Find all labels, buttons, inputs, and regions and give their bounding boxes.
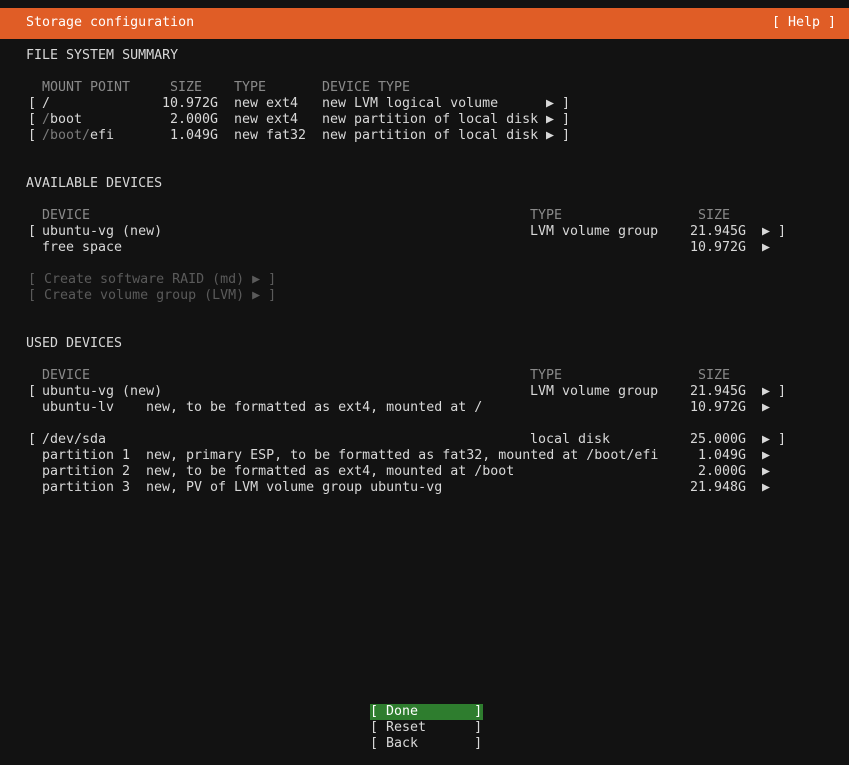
fs-device-type: new LVM logical volume [322, 96, 499, 111]
device-type: local disk [530, 432, 611, 447]
device-size: 2.000G [698, 464, 747, 479]
device-size: 25.000G [690, 432, 747, 447]
device-type: LVM volume group [530, 384, 659, 399]
row-arrow-icon: ▶ [762, 448, 771, 463]
device-name: partition 3 [42, 480, 131, 495]
device-name: /dev/sda [42, 432, 107, 447]
used-col-type: TYPE [530, 368, 563, 383]
row-open-bracket: [ [28, 432, 37, 447]
help-button[interactable]: [ Help ] [772, 15, 836, 30]
row-arrow-icon: ▶ ] [762, 432, 787, 447]
fs-device-type: new partition of local disk [322, 112, 539, 127]
row-arrow-icon: ▶ [762, 464, 771, 479]
row-arrow-icon: ▶ ] [762, 384, 787, 399]
row-arrow-icon: ▶ ] [546, 96, 571, 111]
fs-size: 1.049G [170, 128, 219, 143]
row-open-bracket: [ [28, 128, 37, 143]
used-devices-heading: USED DEVICES [26, 336, 123, 351]
device-type: LVM volume group [530, 224, 659, 239]
fs-type: new ext4 [234, 112, 299, 127]
fs-type: new ext4 [234, 96, 299, 111]
fs-mount-point: / [42, 96, 51, 111]
available-devices-heading: AVAILABLE DEVICES [26, 176, 163, 191]
device-size: 1.049G [698, 448, 747, 463]
fs-col-mount-point: MOUNT POINT [42, 80, 131, 95]
top-strip [0, 0, 849, 8]
reset-button[interactable]: [ Reset ] [370, 720, 483, 736]
device-description: new, to be formatted as ext4, mounted at… [146, 400, 483, 415]
row-arrow-icon: ▶ [762, 240, 771, 255]
fs-col-device-type: DEVICE TYPE [322, 80, 411, 95]
fs-mount-name: efi [90, 128, 115, 143]
device-size: 21.945G [690, 384, 747, 399]
create-volume-group-button[interactable]: [ Create volume group (LVM) ▶ ] [28, 288, 276, 304]
used-col-device: DEVICE [42, 368, 91, 383]
device-name: partition 2 [42, 464, 131, 479]
fs-col-size: SIZE [170, 80, 203, 95]
row-open-bracket: [ [28, 224, 37, 239]
row-arrow-icon: ▶ ] [762, 224, 787, 239]
fs-summary-heading: FILE SYSTEM SUMMARY [26, 48, 179, 63]
fs-size: 10.972G [162, 96, 219, 111]
fs-col-type: TYPE [234, 80, 267, 95]
row-arrow-icon: ▶ [762, 400, 771, 415]
fs-mount-prefix: / [42, 112, 51, 127]
page-title: Storage configuration [26, 15, 195, 30]
device-name: free space [42, 240, 123, 255]
device-size: 10.972G [690, 240, 747, 255]
device-name: ubuntu-lv [42, 400, 115, 415]
device-description: new, primary ESP, to be formatted as fat… [146, 448, 659, 463]
used-col-size: SIZE [698, 368, 731, 383]
header-bar: Storage configuration [ Help ] [0, 8, 849, 39]
device-size: 21.948G [690, 480, 747, 495]
fs-mount-name: boot [50, 112, 83, 127]
done-button[interactable]: [ Done ] [370, 704, 483, 720]
fs-device-type: new partition of local disk [322, 128, 539, 143]
row-arrow-icon: ▶ ] [546, 112, 571, 127]
device-size: 10.972G [690, 400, 747, 415]
avail-col-type: TYPE [530, 208, 563, 223]
row-open-bracket: [ [28, 96, 37, 111]
row-arrow-icon: ▶ [762, 480, 771, 495]
create-raid-button[interactable]: [ Create software RAID (md) ▶ ] [28, 272, 276, 288]
fs-type: new fat32 [234, 128, 307, 143]
row-open-bracket: [ [28, 112, 37, 127]
fs-size: 2.000G [170, 112, 219, 127]
device-description: new, PV of LVM volume group ubuntu-vg [146, 480, 443, 495]
device-description: new, to be formatted as ext4, mounted at… [146, 464, 515, 479]
device-name: ubuntu-vg (new) [42, 224, 163, 239]
device-size: 21.945G [690, 224, 747, 239]
fs-mount-prefix: /boot/ [42, 128, 91, 143]
row-arrow-icon: ▶ ] [546, 128, 571, 143]
row-open-bracket: [ [28, 384, 37, 399]
device-name: partition 1 [42, 448, 131, 463]
back-button[interactable]: [ Back ] [370, 736, 483, 752]
avail-col-size: SIZE [698, 208, 731, 223]
avail-col-device: DEVICE [42, 208, 91, 223]
device-name: ubuntu-vg (new) [42, 384, 163, 399]
